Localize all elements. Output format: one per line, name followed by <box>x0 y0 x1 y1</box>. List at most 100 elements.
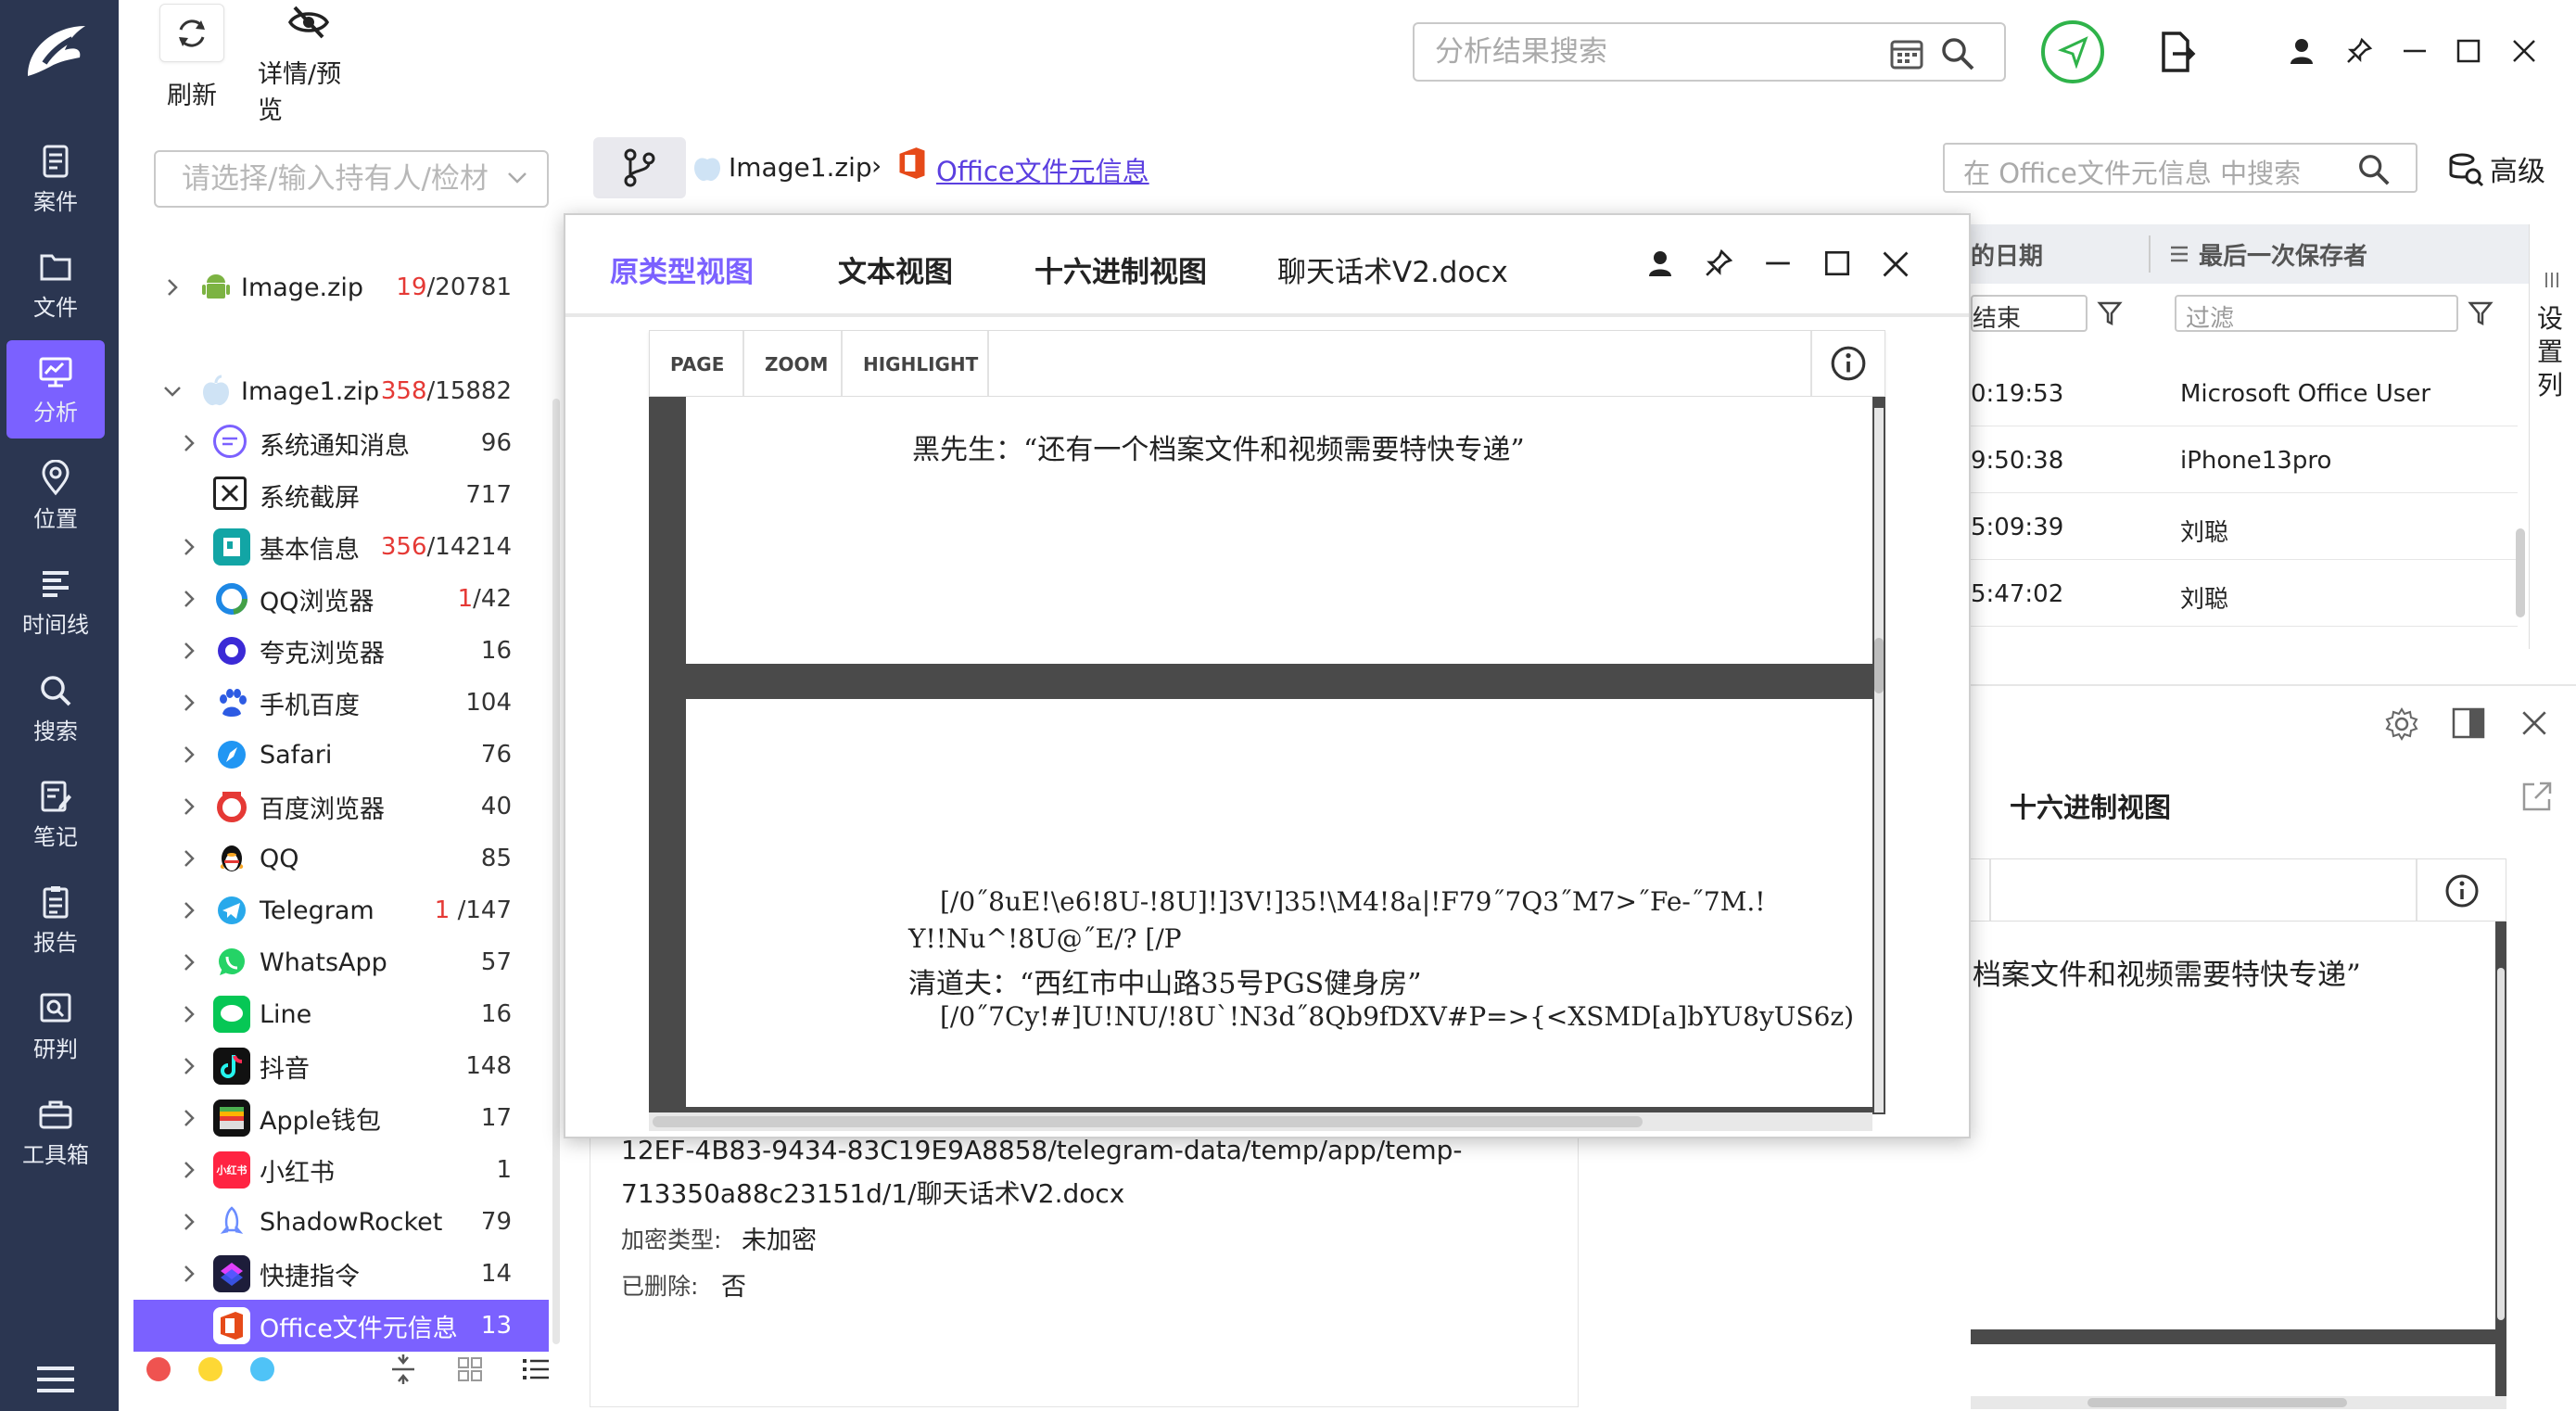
tree-item-shadowrocket[interactable]: ShadowRocket 79 <box>137 1196 545 1248</box>
chevron-right-icon[interactable] <box>178 536 200 558</box>
close-icon[interactable] <box>2519 708 2549 738</box>
tree-item-image-zip[interactable]: Image.zip 19/20781 <box>137 261 545 313</box>
filter-icon[interactable] <box>2468 300 2494 326</box>
maximize-button[interactable] <box>2445 28 2492 74</box>
horizontal-scrollbar[interactable] <box>1971 1396 2506 1409</box>
split-panel-icon[interactable] <box>2451 706 2486 740</box>
chevron-right-icon[interactable] <box>178 432 200 454</box>
search-icon[interactable] <box>1939 35 1976 72</box>
tab-text-view[interactable]: 文本视图 <box>838 248 953 290</box>
analysis-search-input[interactable]: 分析结果搜索 <box>1413 22 2006 82</box>
close-button[interactable] <box>1880 248 1911 280</box>
chevron-right-icon[interactable] <box>178 899 200 922</box>
pin-icon[interactable] <box>1704 248 1733 278</box>
tree-scrollbar[interactable] <box>552 399 560 1344</box>
chevron-right-icon[interactable] <box>178 744 200 766</box>
pin-icon[interactable] <box>2336 28 2382 74</box>
collapse-all-icon[interactable] <box>389 1354 417 1385</box>
office-search-input[interactable]: 在 Office文件元信息 中搜索 <box>1943 143 2417 193</box>
tab-original-view[interactable]: 原类型视图 <box>610 248 754 290</box>
yellow-dot[interactable] <box>198 1357 222 1381</box>
blue-dot[interactable] <box>250 1357 274 1381</box>
details-preview-button[interactable]: 详情/预览 <box>258 0 360 125</box>
rail-item-judge[interactable]: 研判 <box>6 977 105 1075</box>
horizontal-scrollbar[interactable] <box>649 1112 1872 1131</box>
chevron-right-icon[interactable] <box>178 1055 200 1077</box>
list-view-icon[interactable] <box>521 1355 551 1383</box>
rail-item-notes[interactable]: 笔记 <box>6 765 105 863</box>
rail-item-analysis[interactable]: 分析 <box>6 340 105 439</box>
tree-item-quark-browser[interactable]: 夸克浏览器 16 <box>137 625 545 677</box>
chevron-right-icon[interactable] <box>178 951 200 973</box>
viewer-tab-page[interactable]: PAGE <box>670 353 724 375</box>
tree-item-douyin[interactable]: 抖音 148 <box>137 1040 545 1092</box>
filter-icon[interactable] <box>2097 300 2123 326</box>
close-button[interactable] <box>2501 28 2547 74</box>
tree-item-whatsapp[interactable]: WhatsApp 57 <box>137 936 545 988</box>
user-icon[interactable] <box>1648 250 1672 276</box>
chevron-down-icon[interactable] <box>161 380 184 402</box>
minimize-button[interactable] <box>1763 248 1793 278</box>
tree-item-image1-zip[interactable]: Image1.zip 358/15882 <box>137 365 545 417</box>
chevron-right-icon[interactable] <box>178 795 200 818</box>
chevron-right-icon[interactable] <box>178 640 200 662</box>
status-ok-icon[interactable] <box>2041 20 2104 83</box>
info-icon[interactable] <box>1829 344 1868 383</box>
breadcrumb-current[interactable]: Office文件元信息 <box>936 150 1149 189</box>
tree-item-screenshots[interactable]: 系统截屏 717 <box>137 469 545 521</box>
chevron-right-icon[interactable] <box>178 1003 200 1025</box>
column-header-last-saver[interactable]: 最后一次保存者 <box>2199 237 2367 272</box>
maximize-button[interactable] <box>1822 248 1852 278</box>
branch-button[interactable] <box>593 137 686 198</box>
chevron-right-icon[interactable] <box>178 1211 200 1233</box>
chevron-right-icon[interactable] <box>178 1263 200 1285</box>
refresh-button[interactable]: 刷新 <box>141 0 243 111</box>
tree-item-xiaohongshu[interactable]: 小红书 小红书 1 <box>137 1144 545 1196</box>
chevron-right-icon[interactable] <box>178 1159 200 1181</box>
rail-item-toolbox[interactable]: 工具箱 <box>6 1083 105 1181</box>
advanced-search-button[interactable]: 高级 <box>2447 148 2545 189</box>
table-row[interactable]: 0:19:53 Microsoft Office User <box>1971 360 2518 426</box>
grid-view-icon[interactable] <box>456 1355 484 1383</box>
viewer-tab-zoom[interactable]: ZOOM <box>765 353 828 375</box>
date-filter-input[interactable]: 结束 <box>1971 295 2087 333</box>
table-row[interactable]: 9:50:38 iPhone13pro <box>1971 426 2518 493</box>
column-menu-icon[interactable] <box>2169 245 2189 263</box>
tree-item-shortcuts[interactable]: 快捷指令 14 <box>137 1248 545 1300</box>
saver-filter-input[interactable]: 过滤 <box>2175 295 2458 333</box>
viewer-tab-highlight[interactable]: HIGHLIGHT <box>863 353 978 375</box>
red-dot[interactable] <box>146 1357 171 1381</box>
gear-icon[interactable] <box>2384 706 2419 742</box>
settings-columns-button[interactable]: 设置列 <box>2529 224 2573 651</box>
tree-item-qq-browser[interactable]: QQ浏览器 1/42 <box>137 573 545 625</box>
table-row[interactable]: 5:47:02 刘聪 <box>1971 560 2518 627</box>
chevron-right-icon[interactable] <box>178 588 200 610</box>
hex-view-title[interactable]: 十六进制视图 <box>2010 786 2171 825</box>
search-icon[interactable] <box>2356 152 2392 187</box>
breadcrumb-root[interactable]: Image1.zip <box>729 152 872 183</box>
user-icon[interactable] <box>2278 28 2325 74</box>
column-header-date[interactable]: 的日期 <box>1971 237 2043 272</box>
export-icon[interactable] <box>2158 30 2197 74</box>
rail-item-report[interactable]: 报告 <box>6 871 105 969</box>
tree-item-basic-info[interactable]: 基本信息 356/14214 <box>137 521 545 573</box>
chevron-right-icon[interactable] <box>161 276 184 299</box>
table-row[interactable]: 5:09:39 刘聪 <box>1971 493 2518 560</box>
doc-scrollbar[interactable] <box>2497 968 2505 1320</box>
rail-item-search[interactable]: 搜索 <box>6 659 105 757</box>
table-scrollbar[interactable] <box>2516 528 2525 617</box>
tree-item-baidu[interactable]: 手机百度 104 <box>137 677 545 729</box>
rail-item-file[interactable]: 文件 <box>6 235 105 334</box>
tree-item-line[interactable]: Line 16 <box>137 988 545 1040</box>
hamburger-menu-icon[interactable] <box>37 1367 74 1392</box>
tree-item-office-metadata[interactable]: Office文件元信息 13 <box>133 1300 549 1352</box>
tree-item-telegram[interactable]: Telegram 1 /147 <box>137 884 545 936</box>
tree-item-baidu-browser[interactable]: 百度浏览器 40 <box>137 781 545 833</box>
tree-item-qq[interactable]: QQ 85 <box>137 833 545 884</box>
chevron-right-icon[interactable] <box>178 1107 200 1129</box>
owner-select[interactable]: 请选择/输入持有人/检材 <box>154 150 549 208</box>
rail-item-timeline[interactable]: 时间线 <box>6 553 105 651</box>
calendar-icon[interactable] <box>1889 37 1924 70</box>
tree-item-safari[interactable]: Safari 76 <box>137 729 545 781</box>
chevron-right-icon[interactable] <box>178 847 200 870</box>
